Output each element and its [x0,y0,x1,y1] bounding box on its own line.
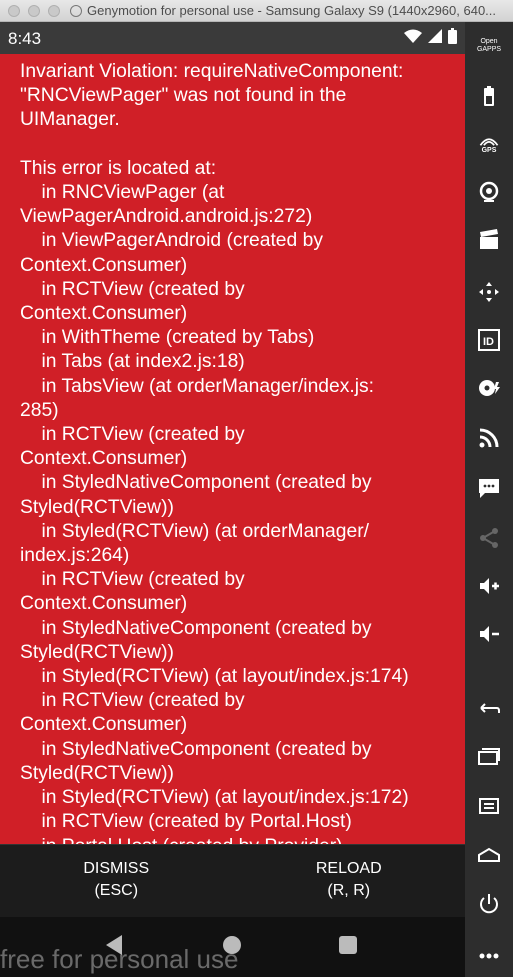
minimize-window-button[interactable] [28,5,40,17]
recent-apps-tool-button[interactable] [465,736,513,776]
genymotion-logo-icon [70,5,82,17]
gapps-label: Open GAPPS [476,38,502,53]
status-time: 8:43 [8,29,42,48]
power-button[interactable] [465,884,513,924]
window-title: Genymotion for personal use - Samsung Ga… [87,3,497,18]
menu-tool-button[interactable] [465,786,513,826]
more-dots-icon [479,953,499,959]
genymotion-toolbar: Open GAPPS GPS ID [465,22,513,977]
home-tool-button[interactable] [465,834,513,874]
rss-cast-icon [479,428,499,448]
battery-tool-icon [484,86,494,106]
gps-icon [479,137,499,146]
id-icon: ID [478,329,500,351]
svg-text:ID: ID [483,336,494,348]
move-tool-button[interactable] [465,272,513,312]
reload-button[interactable]: RELOAD (R, R) [233,845,466,918]
battery-tool-button[interactable] [465,76,513,116]
disk-icon [479,380,500,396]
dismiss-button[interactable]: DISMISS (ESC) [0,845,233,918]
disk-io-tool-button[interactable] [465,368,513,408]
volume-down-button[interactable] [465,614,513,654]
open-gapps-button[interactable]: Open GAPPS [465,26,513,66]
device-id-tool-button[interactable]: ID [465,320,513,360]
cast-tool-button[interactable] [465,418,513,458]
message-icon [479,479,499,498]
watermark: free for personal use [0,944,239,974]
recent-windows-icon [478,748,500,765]
redbox-error-screen: Invariant Violation: requireNativeCompon… [0,54,465,844]
gps-tool-button[interactable]: GPS [465,124,513,164]
volume-up-button[interactable] [465,566,513,606]
close-window-button[interactable] [8,5,20,17]
window-title-bar: Genymotion for personal use - Samsung Ga… [0,0,513,22]
media-tool-button[interactable] [465,220,513,260]
back-tool-button[interactable] [465,688,513,728]
more-options-button[interactable] [465,936,513,976]
clapperboard-icon [480,229,498,249]
volume-down-icon [480,626,499,642]
volume-up-icon [480,578,499,594]
webcam-tool-button[interactable] [465,172,513,212]
return-arrow-icon [480,703,500,713]
webcam-icon [479,181,499,202]
signal-icon [428,29,442,43]
wifi-icon [404,29,422,43]
recent-apps-icon[interactable] [339,936,357,954]
device-screen: 8:43 Invariant Violation: requireNativeC… [0,22,465,977]
gps-label: GPS [481,146,497,154]
maximize-window-button[interactable] [48,5,60,17]
redbox-button-bar: DISMISS (ESC) RELOAD (R, R) [0,844,465,918]
home-outline-icon [478,847,500,862]
power-icon [480,894,498,914]
sms-tool-button[interactable] [465,468,513,508]
battery-icon [448,28,457,44]
share-icon [480,528,498,548]
android-status-bar: 8:43 [0,22,465,54]
move-arrows-icon [479,282,499,302]
error-message: Invariant Violation: requireNativeCompon… [20,61,409,844]
menu-icon [479,798,499,814]
share-tool-button[interactable] [465,518,513,558]
